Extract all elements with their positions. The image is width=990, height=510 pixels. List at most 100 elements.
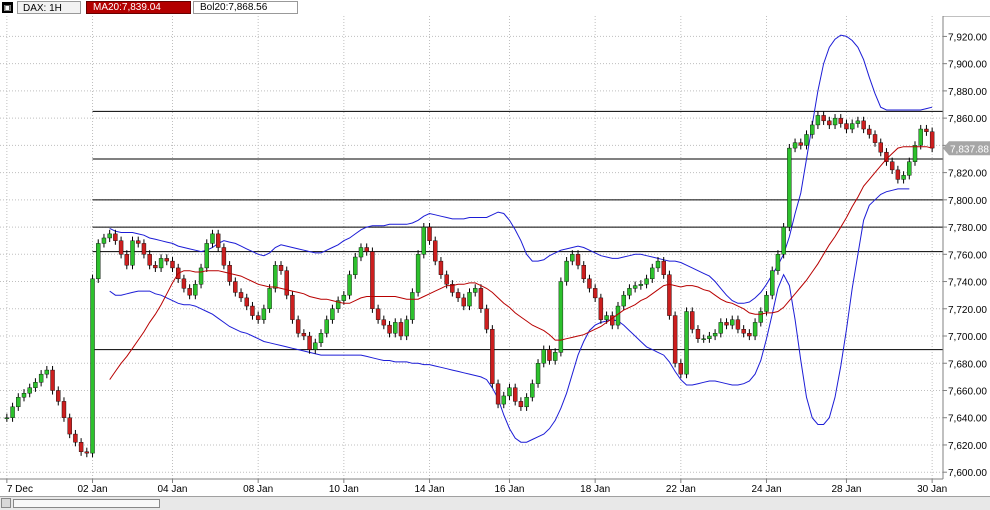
candle-down (153, 265, 158, 269)
candle-up (849, 123, 855, 130)
candle-up (604, 315, 609, 320)
candle-down (478, 288, 484, 309)
candle-down (301, 333, 307, 337)
candle-up (832, 117, 838, 126)
candle-up (564, 260, 569, 282)
candle-up (96, 243, 101, 280)
time-tick-label: 7 Dec (7, 484, 33, 495)
candle-down (518, 401, 524, 408)
candle-down (215, 233, 221, 248)
candle-down (575, 254, 581, 266)
price-axis[interactable]: 7,600.00 7,620.00 7,640.00 7,660.00 7,680.00… (943, 32, 987, 479)
candle-up (507, 387, 512, 397)
bollinger-indicator-label[interactable]: Bol20:7,868.56 (193, 1, 298, 14)
candle-down (444, 274, 449, 285)
candle-down (581, 265, 586, 280)
candle-down (484, 308, 489, 330)
candle-down (747, 333, 752, 337)
candle-down (895, 169, 901, 180)
candle-down (427, 226, 432, 241)
candle-up (415, 254, 421, 293)
price-tick-label: 7,860.00 (948, 114, 987, 125)
candle-down (56, 390, 61, 402)
candle-down (67, 417, 72, 435)
candle-down (724, 322, 729, 326)
candle-down (375, 308, 381, 320)
candle-down (547, 349, 552, 361)
candle-up (27, 387, 32, 394)
candle-down (461, 297, 466, 307)
candle-down (735, 319, 741, 330)
candle-up (273, 265, 278, 289)
symbol-timeframe-label[interactable]: DAX: 1H (17, 1, 81, 14)
candle-down (672, 315, 678, 364)
candle-down (867, 128, 872, 135)
horizontal-scrollbar[interactable] (0, 496, 990, 510)
time-tick-label: 10 Jan (329, 484, 359, 495)
candle-down (113, 233, 118, 241)
candle-up (912, 145, 918, 162)
candle-down (592, 288, 598, 299)
price-tick-label: 7,760.00 (948, 250, 987, 261)
ma20-indicator-label[interactable]: MA20:7,839.04 (86, 1, 191, 14)
candle-down (695, 329, 701, 339)
time-tick-label: 28 Jan (831, 484, 861, 495)
candle-down (284, 270, 289, 296)
candle-up (267, 288, 272, 309)
candle-up (684, 311, 689, 375)
candle-up (627, 288, 632, 296)
candle-down (147, 254, 152, 266)
candle-down (164, 258, 169, 262)
candle-up (764, 294, 769, 312)
window-menu-icon[interactable]: ▣ (2, 2, 13, 13)
scroll-left-button[interactable] (1, 498, 11, 508)
candle-up (38, 373, 44, 383)
candle-down (844, 123, 849, 130)
time-tick-label: 24 Jan (751, 484, 781, 495)
candle-down (250, 305, 255, 316)
candle-up (210, 233, 215, 244)
price-tick-label: 7,820.00 (948, 169, 987, 180)
candle-down (307, 335, 312, 350)
candle-down (455, 292, 461, 299)
candle-down (238, 292, 244, 299)
candle-up (718, 322, 724, 334)
time-tick-label: 18 Jan (580, 484, 610, 495)
time-tick-label: 30 Jan (917, 484, 947, 495)
candle-up (4, 417, 10, 419)
candle-up (16, 397, 21, 408)
candle-down (827, 120, 832, 126)
candle-up (421, 226, 427, 255)
candle-up (358, 247, 364, 258)
candle-down (398, 322, 404, 337)
candle-down (387, 324, 392, 334)
scroll-thumb[interactable] (13, 499, 160, 508)
candle-up (810, 124, 815, 135)
candle-up (787, 147, 792, 228)
candle-down (741, 329, 746, 334)
price-chart[interactable]: 7,600.00 7,620.00 7,640.00 7,660.00 7,680.00… (0, 16, 990, 496)
candle-up (558, 281, 564, 353)
candle-down (798, 142, 803, 146)
candle-up (101, 237, 107, 244)
candle-down (821, 115, 826, 122)
price-tick-label: 7,800.00 (948, 196, 987, 207)
candle-up (330, 308, 335, 320)
candle-up (855, 120, 861, 124)
candle-up (535, 363, 541, 384)
plot-area[interactable] (0, 16, 943, 479)
candle-down (838, 117, 843, 124)
price-tick-label: 7,620.00 (948, 441, 987, 452)
candle-up (552, 352, 558, 361)
candle-up (158, 258, 164, 269)
time-axis[interactable]: 7 Dec 02 Jan 04 Jan 08 Jan 10 Jan 14 Jan 16 Ja… (6, 479, 947, 495)
candle-down (364, 247, 369, 252)
candle-down (295, 319, 301, 334)
candle-up (410, 292, 415, 320)
candle-down (861, 120, 866, 130)
candle-up (107, 233, 112, 239)
candle-up (638, 284, 644, 286)
price-tick-label: 7,700.00 (948, 332, 987, 343)
candle-up (261, 308, 267, 320)
candle-down (587, 278, 592, 289)
